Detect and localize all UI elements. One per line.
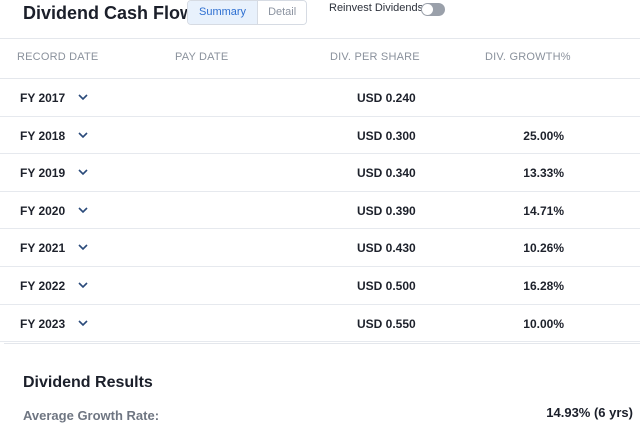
view-toggle: Summary Detail (187, 0, 308, 25)
header: Dividend Cash Flow Summary Detail Reinve… (0, 0, 640, 38)
page-title: Dividend Cash Flow (23, 3, 195, 23)
table-row: FY 2023 USD 0.550 10.00% (0, 305, 640, 343)
record-year: FY 2018 (20, 128, 66, 143)
results-title: Dividend Results (23, 374, 153, 391)
div-per-share: USD 0.430 (357, 241, 416, 256)
chevron-down-icon[interactable] (77, 318, 89, 328)
average-growth-label: Average Growth Rate: (23, 408, 160, 423)
reinvest-label: Reinvest Dividends (329, 2, 424, 14)
chevron-down-icon[interactable] (77, 130, 89, 140)
chevron-down-icon[interactable] (77, 242, 89, 252)
div-growth: 16.28% (523, 278, 564, 293)
record-year: FY 2017 (20, 91, 66, 105)
div-growth: 10.00% (523, 316, 564, 331)
div-per-share: USD 0.550 (357, 316, 416, 331)
div-per-share: USD 0.340 (357, 166, 416, 181)
div-growth: 25.00% (523, 128, 564, 143)
table-row: FY 2017 USD 0.240 (0, 79, 640, 117)
div-growth: 14.71% (523, 203, 564, 218)
header-divider (0, 38, 640, 39)
div-growth: 10.26% (523, 241, 564, 256)
div-growth: 13.33% (523, 166, 564, 181)
div-per-share: USD 0.240 (357, 91, 416, 105)
dividend-table-body: FY 2017 USD 0.240 FY 2018 USD 0.300 25.0… (0, 79, 640, 343)
table-row: FY 2022 USD 0.500 16.28% (0, 267, 640, 305)
div-per-share: USD 0.300 (357, 128, 416, 143)
div-per-share: USD 0.390 (357, 203, 416, 218)
chevron-down-icon[interactable] (77, 280, 89, 290)
record-year: FY 2022 (20, 278, 66, 293)
column-header-div-growth: DIV. GROWTH% (485, 51, 571, 63)
record-year: FY 2019 (20, 166, 66, 181)
column-header-record-date: RECORD DATE (17, 51, 99, 63)
div-per-share: USD 0.500 (357, 278, 416, 293)
chevron-down-icon[interactable] (77, 167, 89, 177)
record-year: FY 2023 (20, 316, 66, 331)
table-row: FY 2020 USD 0.390 14.71% (0, 192, 640, 230)
reinvest-toggle[interactable] (421, 3, 445, 16)
record-year: FY 2020 (20, 203, 66, 218)
table-row: FY 2019 USD 0.340 13.33% (0, 154, 640, 192)
tab-summary[interactable]: Summary (188, 1, 258, 24)
average-growth-value: 14.93% (6 yrs) (546, 405, 633, 420)
toggle-knob (422, 4, 433, 15)
column-header-pay-date: PAY DATE (175, 51, 229, 63)
record-year: FY 2021 (20, 241, 66, 256)
table-row: FY 2021 USD 0.430 10.26% (0, 229, 640, 267)
column-header-div-per-share: DIV. PER SHARE (330, 51, 420, 63)
chevron-down-icon[interactable] (77, 205, 89, 215)
table-row: FY 2018 USD 0.300 25.00% (0, 117, 640, 155)
tab-detail[interactable]: Detail (257, 1, 307, 24)
chevron-down-icon[interactable] (77, 92, 89, 102)
